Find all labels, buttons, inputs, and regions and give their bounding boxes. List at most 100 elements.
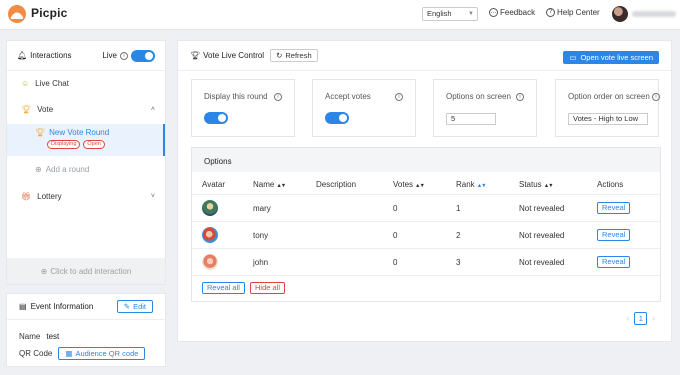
option-order-select[interactable]: Votes - High to Low [568, 113, 648, 125]
column-header: Status [519, 180, 542, 189]
sidebar-item-label: Vote [37, 104, 54, 114]
reveal-all-button[interactable]: Reveal all [202, 282, 245, 294]
user-name-blurred[interactable] [632, 11, 676, 17]
accept-votes-card: Accept votes i [312, 79, 416, 137]
main-title: Vote Live Control [203, 51, 265, 60]
accept-votes-toggle[interactable] [325, 112, 349, 124]
chevron-left-icon[interactable]: ‹ [627, 314, 630, 323]
option-votes: 0 [393, 231, 398, 240]
chevron-down-icon: ▼ [468, 11, 474, 17]
page-number[interactable]: 1 [634, 312, 648, 325]
chat-bubble-icon: … [489, 8, 498, 17]
column-header: Actions [597, 180, 624, 189]
options-title: Options [192, 148, 660, 172]
event-name-row: Name test [19, 332, 59, 341]
display-round-toggle[interactable] [204, 112, 228, 124]
column-header-votes[interactable]: Votes ▲▼ [393, 180, 425, 189]
chat-icon: ☺ [21, 78, 30, 88]
sort-icon: ▲▼ [276, 183, 286, 189]
app-name[interactable]: Picpic [31, 6, 68, 20]
chevron-right-icon[interactable]: › [652, 314, 655, 323]
help-center-link[interactable]: ? Help Center [546, 8, 600, 17]
refresh-button[interactable]: ↻ Refresh [270, 49, 318, 62]
sidebar-item-lottery[interactable]: 🎁︎ Lottery ˅ [7, 183, 165, 209]
reveal-button[interactable]: Reveal [597, 229, 631, 241]
options-on-screen-input[interactable]: 5 [446, 113, 496, 125]
column-header-rank[interactable]: Rank ▲▼ [456, 180, 487, 189]
sidebar-item-label: Lottery [37, 191, 62, 201]
add-round-button[interactable]: ⊕ Add a round [35, 165, 89, 174]
event-info-panel: ▤ Event Information ✎ Edit Name test QR … [6, 293, 166, 367]
column-header: Votes [393, 180, 414, 189]
vote-round-item[interactable]: 🏆︎ New Vote Round Displaying Open [7, 124, 165, 156]
options-on-screen-card: Options on screen i 5 [433, 79, 537, 137]
event-name-label: Name [19, 332, 41, 341]
pagination: ‹ 1 › [627, 312, 655, 325]
feedback-link[interactable]: … Feedback [489, 8, 535, 17]
qr-code-label: QR Code [19, 349, 53, 358]
edit-label: Edit [133, 302, 146, 311]
column-header: Name [253, 180, 275, 189]
option-status: Not revealed [519, 231, 565, 240]
reveal-button[interactable]: Reveal [597, 256, 631, 268]
picpic-logo-icon[interactable] [8, 5, 26, 23]
edit-button[interactable]: ✎ Edit [116, 300, 153, 313]
trophy-icon: 🏆︎ [190, 51, 201, 60]
option-order-card: Option order on screen i Votes - High to… [555, 79, 660, 137]
feedback-label: Feedback [500, 8, 536, 17]
option-status: Not revealed [519, 204, 565, 213]
option-name: tony [253, 231, 269, 240]
option-status: Not revealed [519, 258, 565, 267]
interactions-header: 🔔︎ Interactions Live i [7, 41, 165, 71]
open-screen-label: Open vote live screen [580, 53, 653, 62]
info-icon[interactable]: i [120, 51, 128, 60]
plus-circle-icon: ⊕ [35, 165, 42, 174]
event-name-value: test [46, 332, 60, 341]
sort-icon: ▲▼ [476, 183, 487, 189]
option-name: mary [253, 204, 271, 213]
audience-qr-label: Audience QR code [75, 349, 139, 358]
open-vote-live-screen-button[interactable]: ▭ Open vote live screen [563, 51, 659, 64]
bell-icon: 🔔︎ [17, 51, 28, 60]
option-votes: 0 [393, 204, 398, 213]
info-icon[interactable]: i [516, 93, 524, 101]
info-icon[interactable]: i [652, 93, 660, 101]
table-header: Avatar Name ▲▼ Description Votes ▲▼ Rank ▲▼… [192, 172, 660, 195]
settings-cards: Display this round i Accept votes i Opti… [191, 79, 661, 137]
monitor-icon: ▭ [569, 53, 577, 62]
info-icon[interactable]: i [395, 93, 403, 101]
sort-icon: ▲▼ [415, 183, 425, 189]
options-table: Options Avatar Name ▲▼ Description Votes ▲… [191, 147, 661, 302]
status-badge: Displaying [47, 140, 81, 149]
language-value: English [427, 9, 452, 18]
hide-all-button[interactable]: Hide all [250, 282, 286, 294]
live-toggle[interactable] [131, 49, 155, 62]
avatar [202, 254, 218, 270]
column-header-status[interactable]: Status ▲▼ [519, 180, 554, 189]
audience-qr-button[interactable]: ▦ Audience QR code [58, 347, 146, 360]
vote-round-name: New Vote Round [49, 128, 110, 137]
add-interaction-label: Click to add interaction [50, 266, 132, 276]
plus-circle-icon: ⊕ [40, 266, 48, 276]
table-row: mary 0 1 Not revealed Reveal [192, 195, 660, 222]
refresh-label: Refresh [285, 51, 312, 60]
sidebar-item-label: Live Chat [35, 78, 69, 88]
add-interaction-button[interactable]: ⊕ Click to add interaction [7, 258, 165, 284]
user-avatar[interactable] [612, 6, 628, 22]
info-icon[interactable]: i [274, 93, 282, 101]
language-select[interactable]: English ▼ [422, 7, 478, 21]
chevron-up-icon: ˄ [150, 105, 155, 113]
avatar [202, 200, 218, 216]
reveal-button[interactable]: Reveal [597, 202, 631, 214]
trophy-icon: 🏆︎ [35, 128, 46, 137]
option-rank: 1 [456, 204, 461, 213]
sidebar-item-live-chat[interactable]: ☺ Live Chat [7, 70, 165, 96]
option-order-label: Option order on screen [568, 92, 650, 101]
column-header: Description [316, 180, 357, 189]
sidebar-item-vote[interactable]: 🏆︎ Vote ˄ [7, 96, 165, 122]
question-icon: ? [546, 8, 555, 17]
live-label: Live [102, 51, 117, 60]
trophy-icon: 🏆︎ [21, 104, 32, 114]
column-header-name[interactable]: Name ▲▼ [253, 180, 286, 189]
display-round-card: Display this round i [191, 79, 295, 137]
